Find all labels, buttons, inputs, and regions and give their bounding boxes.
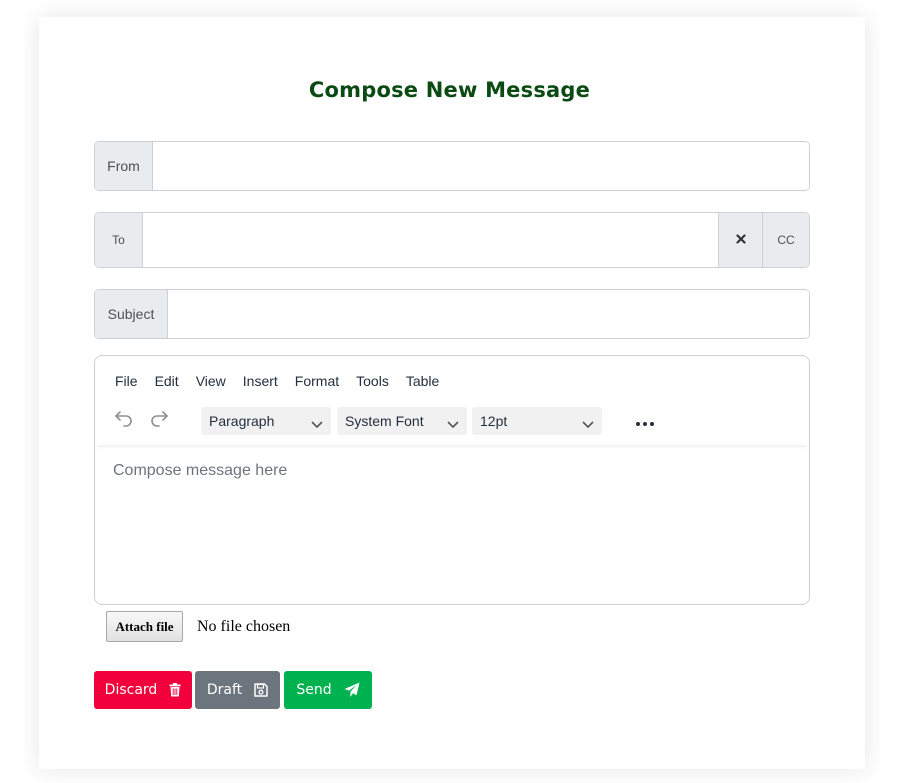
editor-body[interactable]: Compose message here — [113, 462, 287, 480]
clear-recipients-button[interactable] — [718, 213, 762, 267]
discard-button[interactable]: Discard — [94, 671, 192, 709]
font-family-value: System Font — [345, 413, 424, 429]
menu-table[interactable]: Table — [406, 373, 439, 389]
page-title: Compose New Message — [308, 78, 591, 102]
from-field-group: From — [94, 141, 810, 191]
from-input[interactable] — [153, 142, 809, 190]
font-size-value: 12pt — [480, 413, 508, 429]
rich-text-editor: File Edit View Insert Format Tools Table… — [94, 355, 810, 605]
send-label: Send — [296, 682, 332, 698]
draft-button[interactable]: Draft — [195, 671, 280, 709]
discard-label: Discard — [104, 682, 158, 698]
to-field-group: To CC — [94, 212, 810, 268]
more-button[interactable] — [633, 410, 657, 434]
attachment-row: Attach file No file chosen — [106, 611, 290, 642]
menu-insert[interactable]: Insert — [243, 373, 278, 389]
editor-menubar: File Edit View Insert Format Tools Table — [115, 373, 456, 389]
trash-icon — [169, 683, 181, 697]
to-label: To — [95, 213, 143, 267]
redo-icon — [149, 409, 169, 432]
save-icon — [254, 683, 268, 697]
font-family-dropdown[interactable]: System Font — [337, 407, 467, 435]
menu-tools[interactable]: Tools — [356, 373, 389, 389]
menu-edit[interactable]: Edit — [155, 373, 179, 389]
chevron-down-icon — [311, 416, 323, 432]
attach-file-button[interactable]: Attach file — [106, 611, 183, 642]
menu-file[interactable]: File — [115, 373, 138, 389]
close-icon — [735, 233, 746, 247]
more-icon — [636, 413, 654, 431]
draft-label: Draft — [206, 682, 243, 698]
undo-icon — [114, 409, 134, 432]
to-input[interactable] — [143, 213, 718, 267]
chevron-down-icon — [582, 416, 594, 432]
menu-view[interactable]: View — [196, 373, 226, 389]
redo-button[interactable] — [147, 408, 171, 432]
block-format-dropdown[interactable]: Paragraph — [201, 407, 331, 435]
from-label: From — [95, 142, 153, 190]
subject-field-group: Subject — [94, 289, 810, 339]
undo-button[interactable] — [112, 408, 136, 432]
chevron-down-icon — [447, 416, 459, 432]
menu-format[interactable]: Format — [295, 373, 339, 389]
cc-button[interactable]: CC — [762, 213, 809, 267]
file-status: No file chosen — [197, 617, 291, 635]
font-size-dropdown[interactable]: 12pt — [472, 407, 602, 435]
block-format-value: Paragraph — [209, 413, 275, 429]
send-button[interactable]: Send — [284, 671, 372, 709]
subject-label: Subject — [95, 290, 168, 338]
subject-input[interactable] — [168, 290, 809, 338]
paper-plane-icon — [344, 682, 360, 698]
editor-toolbar: Paragraph System Font 12pt — [95, 401, 809, 445]
